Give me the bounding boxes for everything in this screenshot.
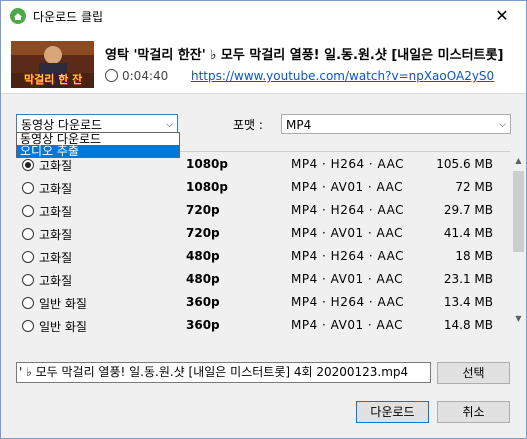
file-size: 72 MB [455,180,493,194]
format-select[interactable]: MP4 ⌵ [281,114,511,134]
radio-button[interactable] [22,182,34,194]
resolution: 480p [186,249,220,263]
window-title: 다운로드 클립 [33,10,104,24]
radio-button[interactable] [22,297,34,309]
quality-label: 고화질 [39,274,73,288]
video-title: 영탁 '막걸리 한잔' ♭ 모두 막걸리 열풍! 일.동.원.샷 [내일은 미스… [105,48,504,63]
thumbnail-caption: 막걸리 한 잔 [24,73,83,86]
cancel-button[interactable]: 취소 [437,401,510,423]
quality-label: 고화질 [39,251,73,265]
video-header: 막걸리 한 잔 영탁 '막걸리 한잔' ♭ 모두 막걸리 열풍! 일.동.원.샷… [1,31,526,93]
download-clip-dialog: 다운로드 클립 ✕ 막걸리 한 잔 영탁 '막걸리 한잔' ♭ 모두 막걸리 열… [0,0,527,439]
radio-button[interactable] [22,320,34,332]
resolution: 1080p [186,180,228,194]
scroll-up-icon[interactable]: ▲ [511,153,526,168]
resolution: 360p [186,318,220,332]
select-button[interactable]: 선택 [437,362,510,384]
clock-icon [105,69,118,82]
quality-row[interactable]: 일반 화질 360p MP4 · H264 · AAC 13.4 MB [1,291,511,314]
resolution: 480p [186,272,220,286]
download-type-dropdown: 동영상 다운로드 오디오 추출 [16,132,180,158]
resolution: 720p [186,203,220,217]
quality-row[interactable]: 고화질 480p MP4 · H264 · AAC 18 MB [1,245,511,268]
scroll-down-icon[interactable]: ▼ [511,311,526,326]
radio-button[interactable] [22,205,34,217]
scrollbar-thumb[interactable] [513,171,524,252]
download-type-select[interactable]: 동영상 다운로드 ⌵ [16,114,178,134]
radio-button[interactable] [22,251,34,263]
filename-input[interactable]: ' ♭ 모두 막걸리 열풍! 일.동.원.샷 [내일은 미스터트롯] 4회 20… [16,362,431,383]
radio-button[interactable] [22,228,34,240]
codec: MP4 · AV01 · AAC [291,272,403,286]
quality-label: 고화질 [39,182,73,196]
file-size: 23.1 MB [443,272,493,286]
quality-list-scrollbar[interactable]: ▲ ▼ [511,153,526,326]
quality-label: 고화질 [39,205,73,219]
video-thumbnail: 막걸리 한 잔 [11,41,94,88]
quality-row[interactable]: 일반 화질 360p MP4 · AV01 · AAC 14.8 MB [1,314,511,337]
codec: MP4 · AV01 · AAC [291,318,403,332]
codec: MP4 · H264 · AAC [291,203,404,217]
codec: MP4 · AV01 · AAC [291,180,403,194]
file-size: 14.8 MB [443,318,493,332]
file-size: 105.6 MB [436,157,493,171]
codec: MP4 · AV01 · AAC [291,226,403,240]
divider [1,93,526,94]
codec: MP4 · H264 · AAC [291,249,404,263]
codec: MP4 · H264 · AAC [291,295,404,309]
file-size: 41.4 MB [443,226,493,240]
quality-label: 일반 화질 [39,320,87,334]
download-type-value: 동영상 다운로드 [21,118,103,132]
file-size: 29.7 MB [443,203,493,217]
resolution: 720p [186,226,220,240]
title-bar: 다운로드 클립 ✕ [1,1,526,31]
file-size: 18 MB [455,249,493,263]
quality-row[interactable]: 고화질 720p MP4 · H264 · AAC 29.7 MB [1,199,511,222]
video-duration: 0:04:40 [105,69,168,83]
format-value: MP4 [286,118,312,132]
quality-label: 고화질 [39,159,73,173]
chevron-down-icon: ⌵ [499,120,506,130]
resolution: 1080p [186,157,228,171]
video-url-link[interactable]: https://www.youtube.com/watch?v=npXaoOA2… [191,69,494,83]
download-button[interactable]: 다운로드 [356,401,429,423]
quality-label: 일반 화질 [39,297,87,311]
quality-row[interactable]: 고화질 1080p MP4 · AV01 · AAC 72 MB [1,176,511,199]
quality-label: 고화질 [39,228,73,242]
codec: MP4 · H264 · AAC [291,157,404,171]
quality-row[interactable]: 고화질 720p MP4 · AV01 · AAC 41.4 MB [1,222,511,245]
quality-row[interactable]: 고화질 480p MP4 · AV01 · AAC 23.1 MB [1,268,511,291]
download-app-icon [10,8,26,24]
duration-text: 0:04:40 [122,69,169,83]
close-icon[interactable]: ✕ [482,4,522,28]
radio-button[interactable] [22,274,34,286]
dropdown-option-audio[interactable]: 오디오 추출 [17,145,179,157]
file-size: 13.4 MB [443,295,493,309]
radio-button[interactable] [22,159,34,171]
resolution: 360p [186,295,220,309]
format-label: 포맷 : [233,118,263,132]
